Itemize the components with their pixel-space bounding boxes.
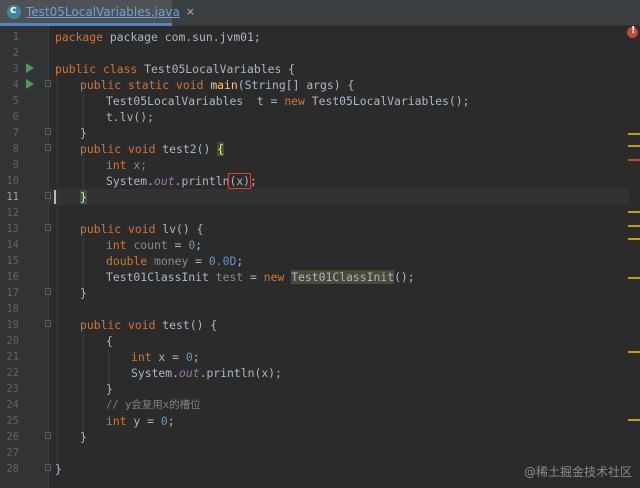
line-number: 17 [6,287,19,299]
code-line-6[interactable]: t.lv(); [106,109,154,125]
error-highlight: (x) [228,173,252,189]
code-line-26[interactable]: } [80,429,87,445]
run-main-icon[interactable] [26,79,34,89]
code-line-5[interactable]: Test05LocalVariables t = new Test05Local… [106,93,469,109]
line-number: 26 [6,431,19,443]
code-line-10[interactable]: System.out.println(x); [106,173,257,189]
line-number: 18 [6,303,19,315]
fold-icon[interactable] [45,80,51,87]
error-marker[interactable] [628,159,640,161]
line-number: 15 [6,255,19,267]
indent-guide [108,349,109,384]
file-tab[interactable]: Test05LocalVariables.java × [0,0,195,26]
line-number: 13 [6,223,19,235]
code-line-17[interactable]: } [80,285,87,301]
code-line-16[interactable]: Test01ClassInit test = new Test01ClassIn… [106,269,415,285]
code-line-3[interactable]: public class Test05LocalVariables { [55,61,295,77]
code-line-9[interactable]: int x; [106,157,147,173]
code-line-21[interactable]: int x = 0; [131,349,200,365]
fold-icon[interactable] [45,288,51,295]
code-line-7[interactable]: } [80,125,87,141]
line-number: 24 [6,399,19,411]
warning-marker[interactable] [628,145,640,147]
code-line-24[interactable]: // y会复用x的槽位 [106,397,201,413]
line-number: 20 [6,335,19,347]
gutter-separator [48,26,49,488]
editor-tab-bar: Test05LocalVariables.java × [0,0,640,26]
fold-icon[interactable] [45,192,51,199]
watermark: @稀土掘金技术社区 [523,465,632,479]
indent-guide [57,62,58,476]
line-number: 8 [12,143,19,155]
line-number: 9 [12,159,19,171]
code-line-14[interactable]: int count = 0; [106,237,202,253]
warning-marker[interactable] [628,351,640,353]
warning-marker[interactable] [628,133,640,135]
indent-guide [83,157,84,192]
line-number: 22 [6,367,19,379]
run-class-icon[interactable] [26,63,34,73]
code-line-8[interactable]: public void test2() { [80,141,225,157]
line-number: 11 [6,191,19,203]
line-number: 3 [12,63,19,75]
text-caret [54,190,56,204]
warning-marker[interactable] [628,211,640,213]
line-number: 23 [6,383,19,395]
fold-icon[interactable] [45,464,51,471]
code-line-22[interactable]: System.out.println(x); [131,365,282,381]
code-line-19[interactable]: public void test() { [80,317,217,333]
java-class-icon [7,3,21,19]
indent-guide [83,333,84,432]
error-indicator-icon[interactable] [627,25,638,38]
code-line-20[interactable]: { [106,333,113,349]
line-number: 6 [12,111,19,123]
line-number: 1 [12,31,19,43]
line-number: 28 [6,463,19,475]
close-tab-icon[interactable]: × [186,5,195,18]
fold-icon[interactable] [45,144,51,151]
line-number: 21 [6,351,19,363]
fold-icon[interactable] [45,432,51,439]
line-number: 10 [6,175,19,187]
code-line-23[interactable]: } [106,381,113,397]
code-line-11[interactable]: } [80,189,87,205]
indent-guide [83,237,84,288]
current-line-highlight [49,189,629,205]
code-line-15[interactable]: double money = 0.0D; [106,253,243,269]
line-number: 19 [6,319,19,331]
line-number: 27 [6,447,19,459]
warning-marker[interactable] [628,238,640,240]
line-number: 14 [6,239,19,251]
warning-marker[interactable] [628,277,640,279]
line-number: 5 [12,95,19,107]
code-line-28[interactable]: } [55,461,62,477]
line-number: 25 [6,415,19,427]
code-line-25[interactable]: int y = 0; [106,413,175,429]
fold-icon[interactable] [45,320,51,327]
fold-icon[interactable] [45,224,51,231]
fold-icon[interactable] [45,128,51,135]
warning-marker[interactable] [628,419,640,421]
line-number: 4 [12,79,19,91]
line-number: 2 [12,47,19,59]
line-number: 16 [6,271,19,283]
code-line-13[interactable]: public void lv() { [80,221,203,237]
line-number: 12 [6,207,19,219]
line-number: 7 [12,127,19,139]
code-line-4[interactable]: public static void main(String[] args) { [80,77,354,93]
code-line-1[interactable]: package package com.sun.jvm01; [55,29,261,45]
warning-marker[interactable] [628,225,640,227]
indent-guide [83,93,84,128]
tab-filename[interactable]: Test05LocalVariables.java [26,5,180,19]
